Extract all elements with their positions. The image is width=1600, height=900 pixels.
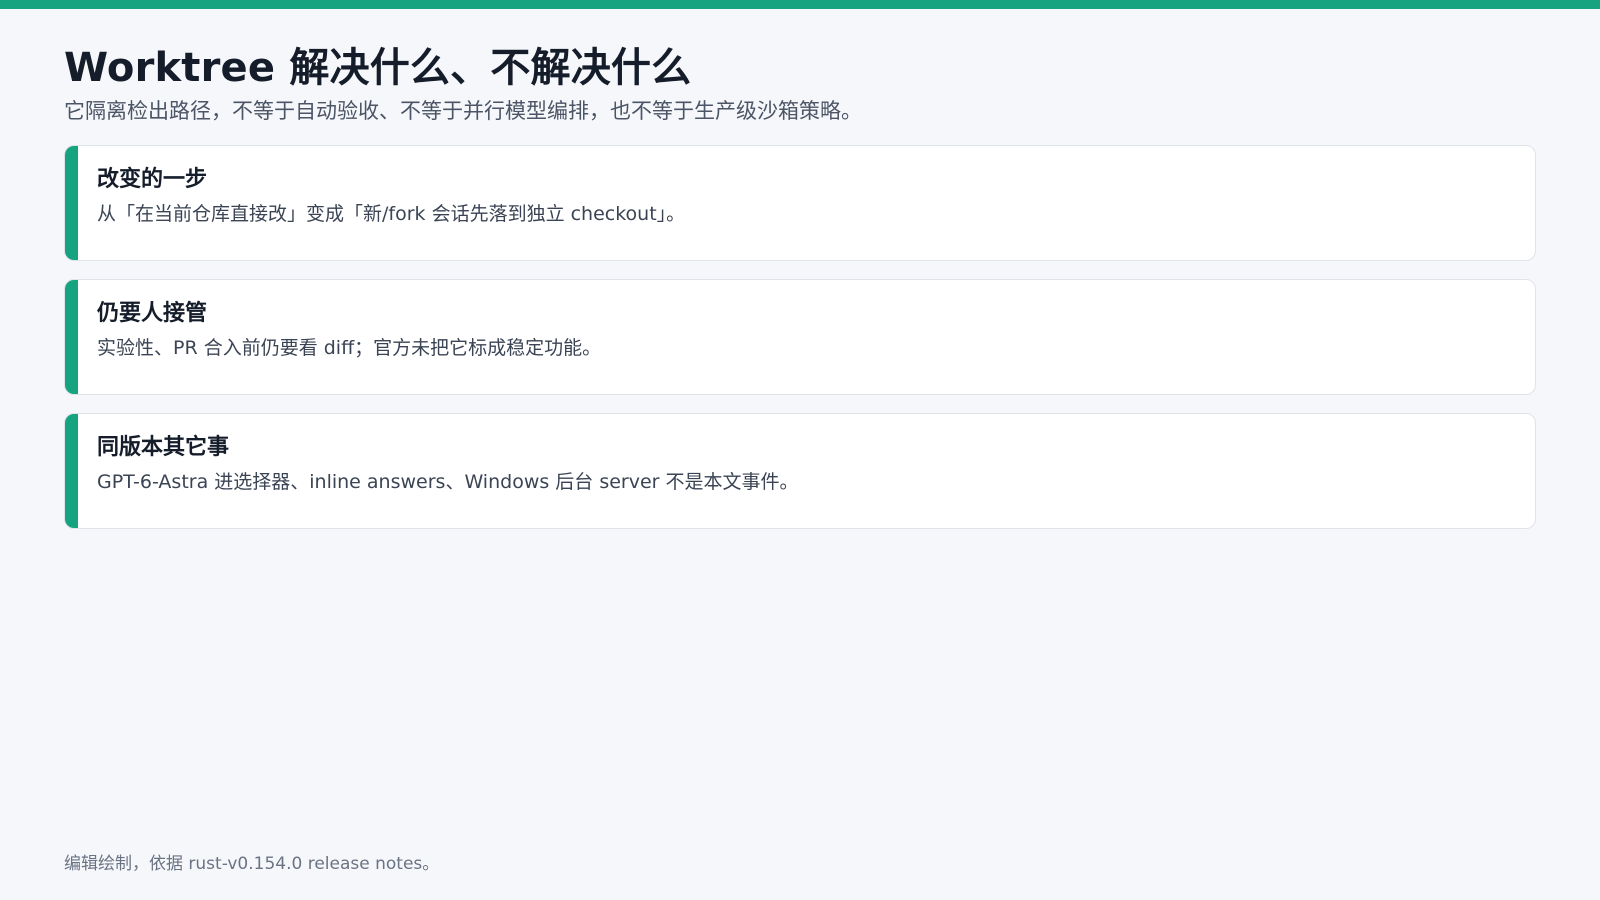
card-title: 仍要人接管 <box>97 301 208 326</box>
card-text: 从「在当前仓库直接改」变成「新/fork 会话先落到独立 checkout」。 <box>97 203 686 225</box>
card-accent-bar <box>65 146 78 260</box>
footer-note: 编辑绘制，依据 rust-v0.154.0 release notes。 <box>64 854 440 874</box>
card-change-step: 改变的一步 从「在当前仓库直接改」变成「新/fork 会话先落到独立 check… <box>64 145 1536 261</box>
card-text: GPT-6-Astra 进选择器、inline answers、Windows … <box>97 471 799 493</box>
card-text: 实验性、PR 合入前仍要看 diff；官方未把它标成稳定功能。 <box>97 337 602 359</box>
card-title: 同版本其它事 <box>97 435 230 460</box>
page-subtitle: 它隔离检出路径，不等于自动验收、不等于并行模型编排，也不等于生产级沙箱策略。 <box>64 99 862 123</box>
card-accent-bar <box>65 414 78 528</box>
card-list: 改变的一步 从「在当前仓库直接改」变成「新/fork 会话先落到独立 check… <box>64 145 1536 547</box>
page-header: Worktree 解决什么、不解决什么 它隔离检出路径，不等于自动验收、不等于并… <box>64 40 1536 126</box>
card-title: 改变的一步 <box>97 167 208 192</box>
card-accent-bar <box>65 280 78 394</box>
page-title: Worktree 解决什么、不解决什么 <box>64 45 692 91</box>
card-human-takeover: 仍要人接管 实验性、PR 合入前仍要看 diff；官方未把它标成稳定功能。 <box>64 279 1536 395</box>
top-accent-bar <box>0 0 1600 9</box>
card-other-changes: 同版本其它事 GPT-6-Astra 进选择器、inline answers、W… <box>64 413 1536 529</box>
